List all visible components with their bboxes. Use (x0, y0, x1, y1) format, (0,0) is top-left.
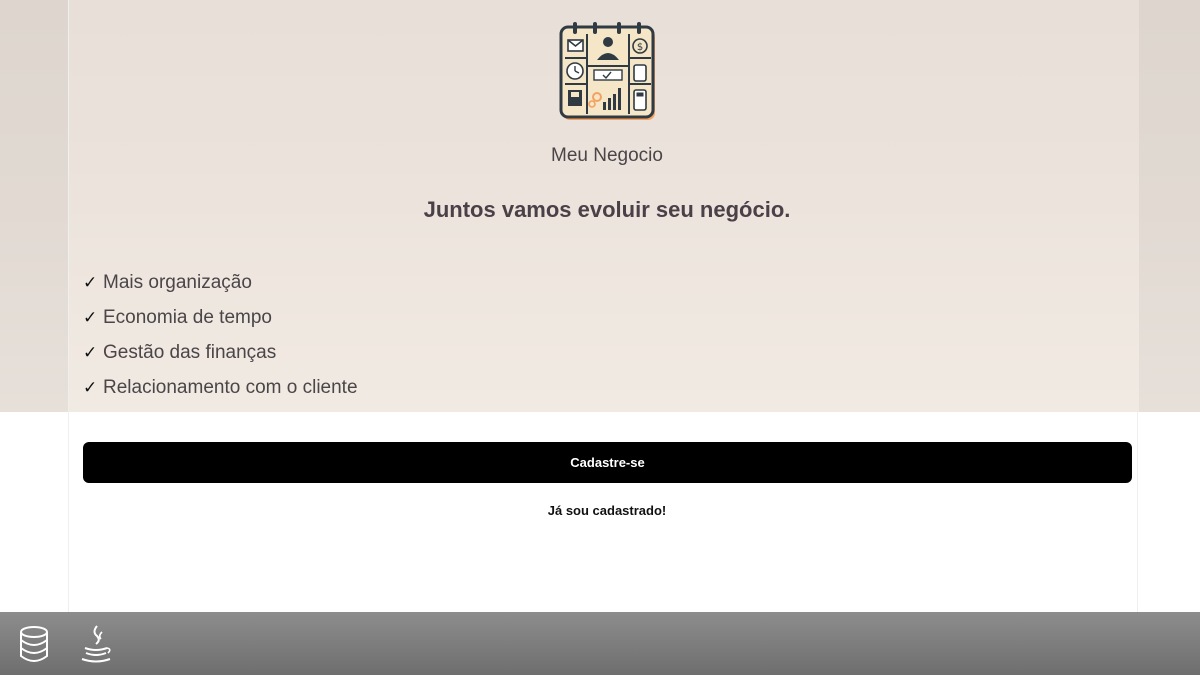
check-icon: ✓ (83, 342, 98, 362)
left-margin (0, 0, 68, 412)
login-link[interactable]: Já sou cadastrado! (69, 503, 1145, 518)
feature-label: Relacionamento com o cliente (103, 376, 358, 398)
feature-label: Economia de tempo (103, 306, 272, 328)
check-icon: ✓ (83, 307, 98, 327)
business-planner-logo: $ (559, 22, 655, 120)
taskbar (0, 612, 1200, 675)
feature-item: ✓ Relacionamento com o cliente (83, 370, 358, 405)
feature-item: ✓ Gestão das finanças (83, 335, 358, 370)
svg-text:$: $ (637, 42, 643, 53)
feature-item: ✓ Economia de tempo (83, 300, 358, 335)
app-frame: $ Meu Negocio Juntos vamos evoluir seu n… (68, 0, 1139, 675)
feature-item: ✓ Mais organização (83, 265, 358, 300)
java-icon[interactable] (78, 624, 114, 664)
app-viewport: $ Meu Negocio Juntos vamos evoluir seu n… (0, 0, 1200, 675)
check-icon: ✓ (83, 272, 98, 292)
database-icon[interactable] (16, 624, 52, 664)
feature-label: Gestão das finanças (103, 341, 277, 363)
feature-list: ✓ Mais organização ✓ Economia de tempo ✓… (83, 265, 358, 405)
hero-section: $ Meu Negocio Juntos vamos evoluir seu n… (69, 0, 1139, 412)
right-margin (1138, 0, 1200, 412)
app-name: Meu Negocio (551, 145, 663, 166)
feature-label: Mais organização (103, 271, 252, 293)
headline: Juntos vamos evoluir seu negócio. (423, 197, 791, 222)
signup-button[interactable]: Cadastre-se (83, 442, 1132, 483)
check-icon: ✓ (83, 377, 98, 397)
